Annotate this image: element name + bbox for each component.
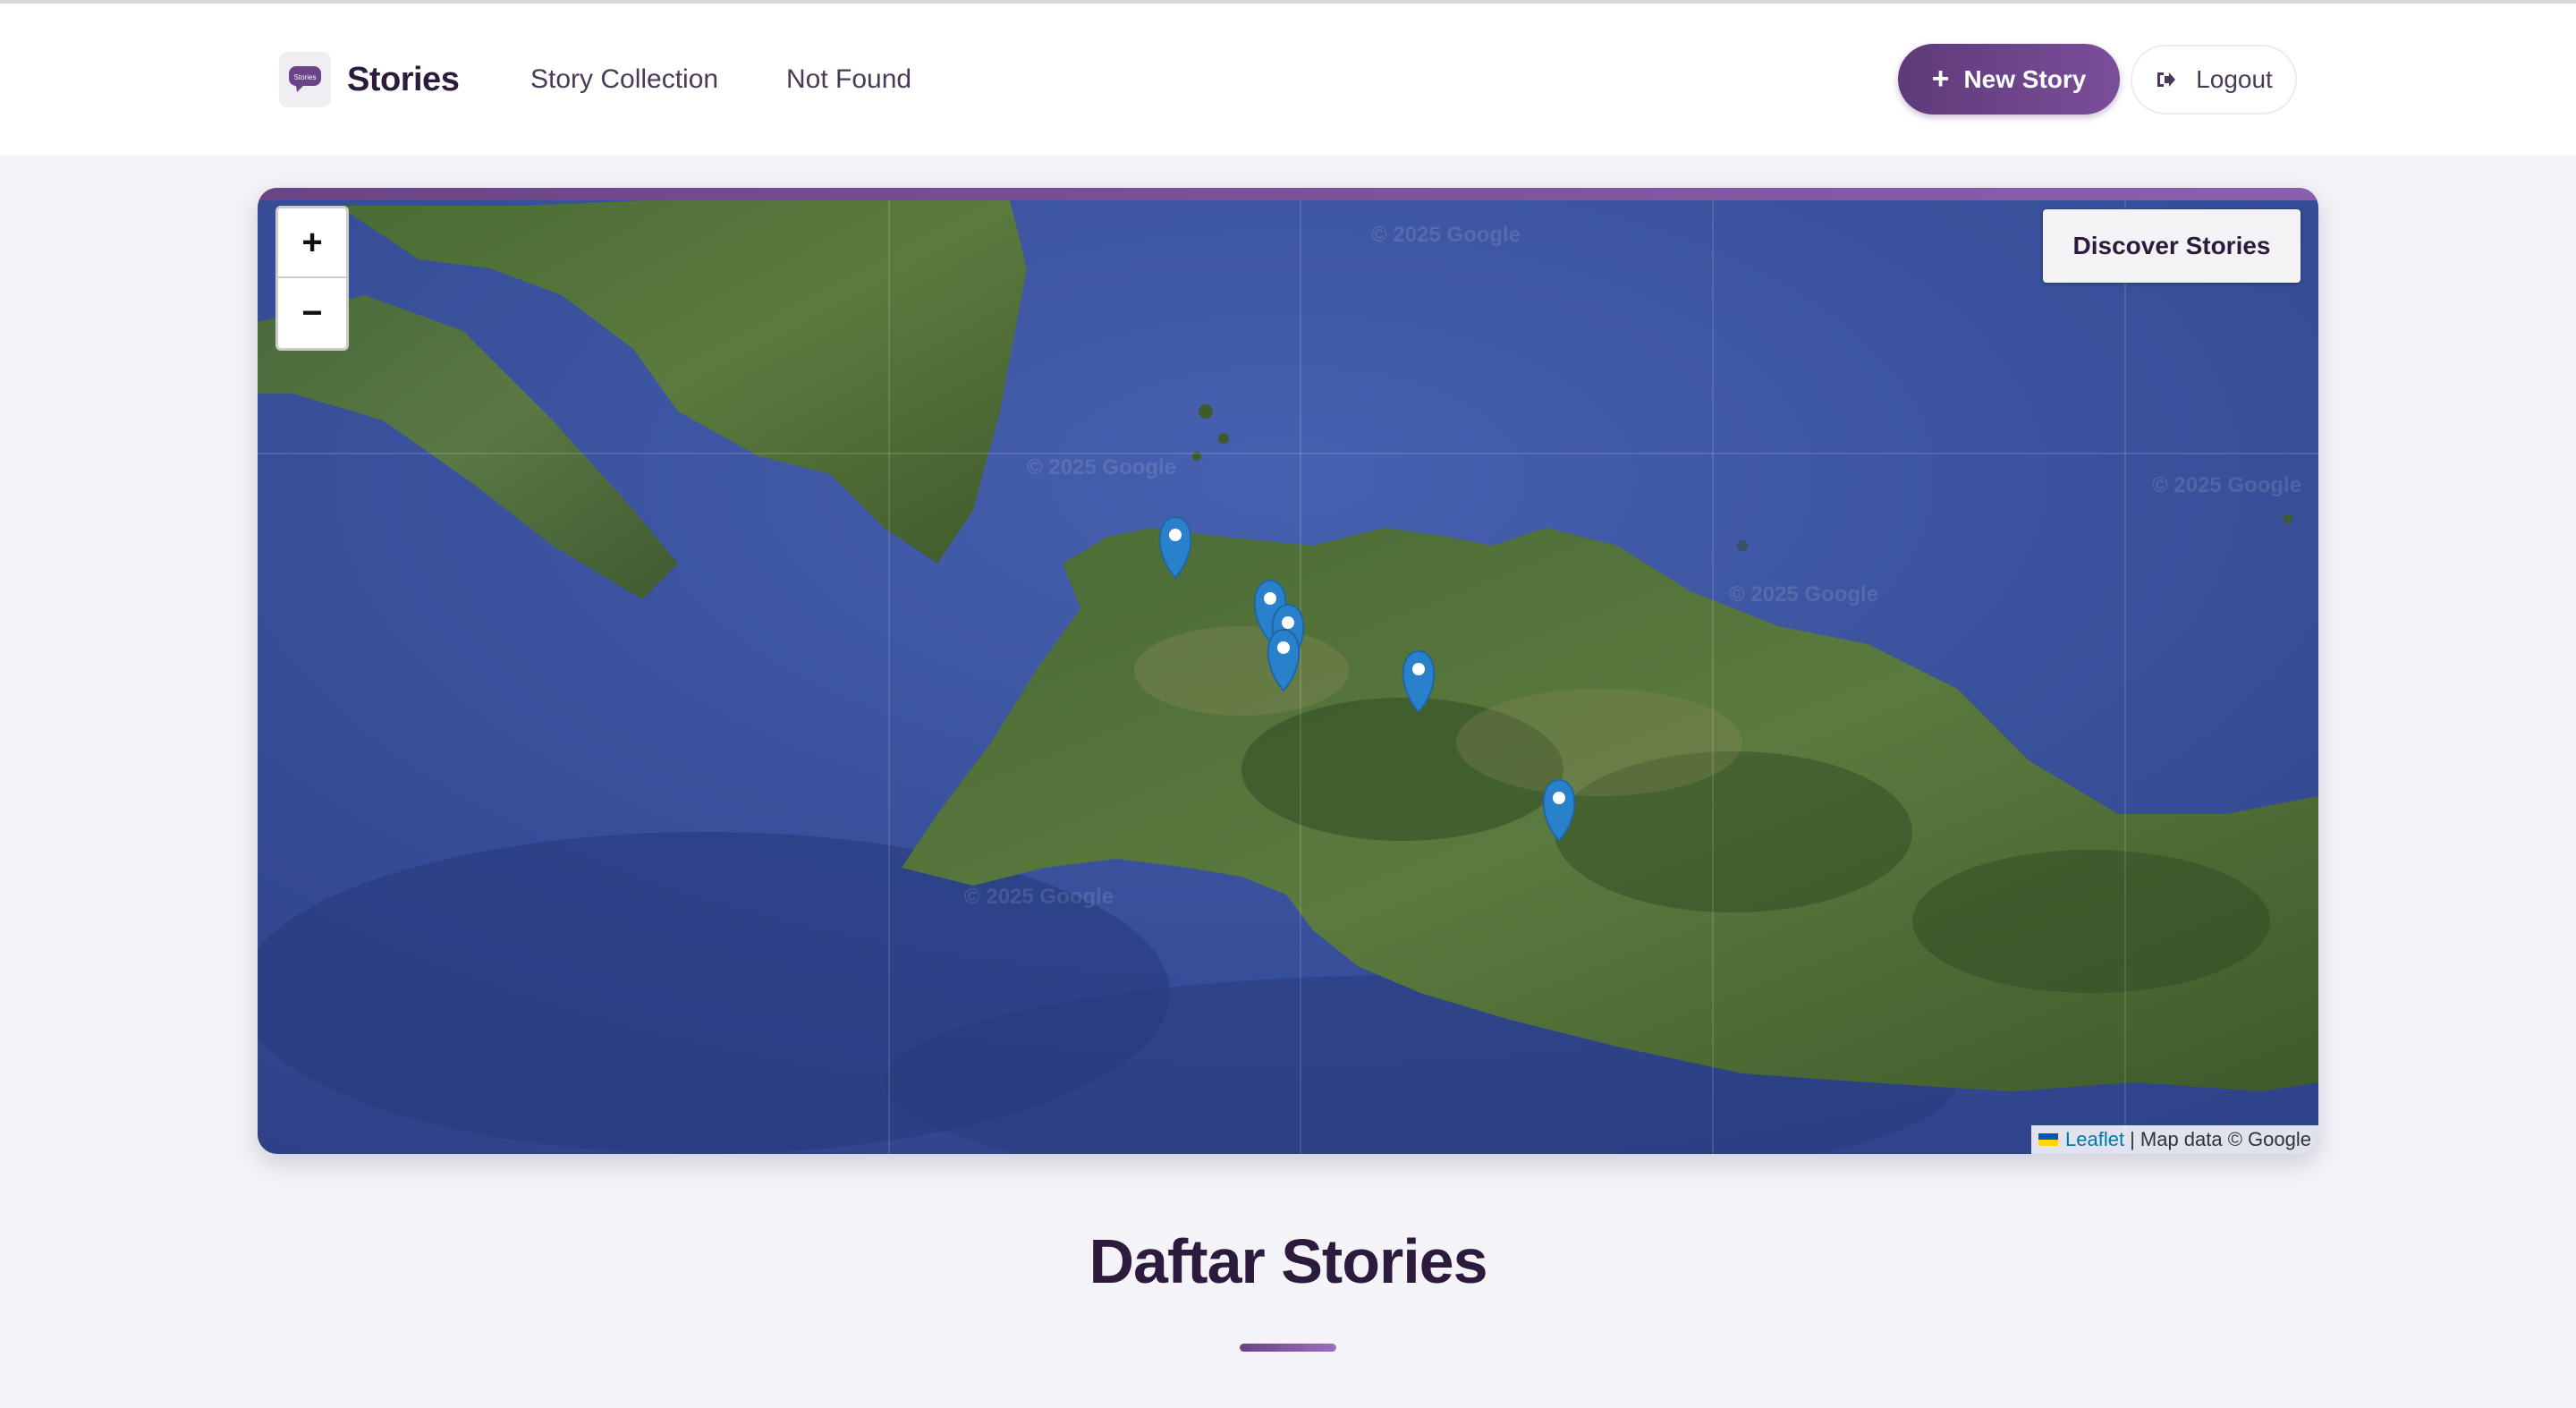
brand[interactable]: Stories Stories [279,52,460,107]
map-watermark: © 2025 Google [964,885,1114,909]
logout-label: Logout [2196,65,2273,93]
brand-logo: Stories [279,52,331,107]
chat-bubble-icon: Stories [289,66,321,92]
map-accent-bar [258,188,2318,200]
map-attribution: Leaflet | Map data © Google [2031,1125,2318,1154]
nav-link-story-collection[interactable]: Story Collection [530,64,718,95]
map-watermark: © 2025 Google [2152,473,2301,497]
map-watermark: © 2025 Google [1371,223,1521,247]
satellite-map[interactable]: © 2025 Google © 2025 Google © 2025 Googl… [258,188,2318,1154]
layer-control[interactable]: Discover Stories [2043,209,2301,283]
map-container[interactable]: © 2025 Google © 2025 Google © 2025 Googl… [258,188,2318,1154]
zoom-out-button[interactable]: − [278,278,346,348]
logout-icon [2155,70,2176,89]
section-title: Daftar Stories [1089,1226,1487,1296]
nav-link-not-found[interactable]: Not Found [786,64,911,95]
title-underline [1240,1344,1336,1352]
zoom-in-button[interactable]: + [278,208,346,278]
logout-button[interactable]: Logout [2131,45,2297,115]
svg-text:Stories: Stories [294,73,317,81]
zoom-control: + − [275,206,349,351]
new-story-button[interactable]: + New Story [1898,44,2120,115]
leaflet-link[interactable]: Leaflet [2065,1128,2124,1151]
map-watermark: © 2025 Google [1027,455,1176,479]
attribution-text: | Map data © Google [2130,1128,2311,1150]
brand-name: Stories [347,60,460,98]
map-watermark: © 2025 Google [1729,582,1878,606]
ukraine-flag-icon [2038,1133,2058,1146]
navbar: Stories Stories Story Collection Not Fou… [0,4,2576,155]
plus-icon: + [1931,62,1950,96]
new-story-label: New Story [1963,64,2087,93]
